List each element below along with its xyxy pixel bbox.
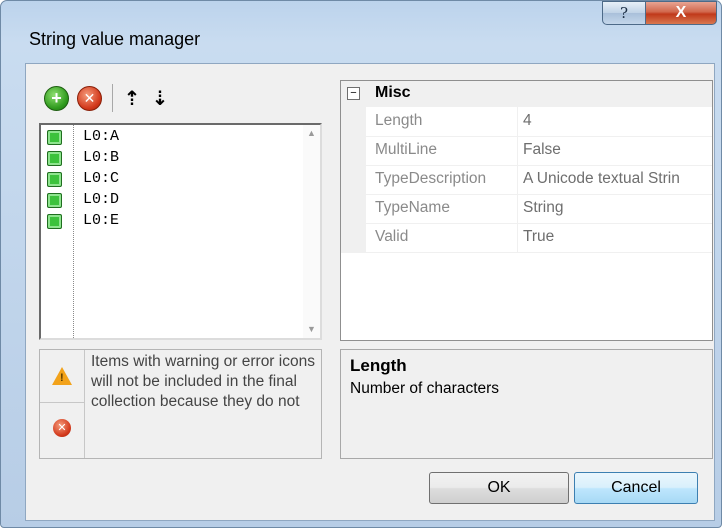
error-cell: ✕ xyxy=(40,403,84,455)
help-icon: ? xyxy=(619,4,629,22)
property-divider xyxy=(517,194,518,223)
property-grid[interactable]: − Misc Length 4 MultiLine False TypeDesc… xyxy=(340,80,713,341)
error-icon: ✕ xyxy=(53,419,71,437)
remove-item-button[interactable]: ✕ xyxy=(77,85,102,111)
property-gutter xyxy=(341,165,366,194)
list-scrollbar[interactable]: ▲ ▼ xyxy=(303,125,320,338)
status-ok-icon xyxy=(47,151,62,166)
property-value[interactable]: String xyxy=(523,199,564,217)
property-name: TypeDescription xyxy=(375,170,487,187)
category-name: Misc xyxy=(375,84,411,101)
property-value[interactable]: 4 xyxy=(523,112,532,130)
list-item-label: L0:C xyxy=(83,170,120,187)
validation-info-text: Items with warning or error icons will n… xyxy=(91,353,315,410)
list-item-label: L0:D xyxy=(83,191,120,208)
description-title: Length xyxy=(350,356,407,375)
help-button[interactable]: ? xyxy=(602,1,646,25)
property-row[interactable]: MultiLine False xyxy=(341,136,712,166)
status-ok-icon xyxy=(47,130,62,145)
scroll-up-icon[interactable]: ▲ xyxy=(303,125,320,142)
property-divider xyxy=(517,223,518,252)
info-icon-column: ! ✕ xyxy=(40,350,85,458)
property-gutter xyxy=(341,223,366,252)
property-description-panel: Length Number of characters xyxy=(340,349,713,459)
property-row[interactable]: TypeDescription A Unicode textual Strin xyxy=(341,165,712,195)
arrow-up-icon: ⇡ xyxy=(123,87,141,110)
list-item-label: L0:A xyxy=(83,128,120,145)
description-text: Number of characters xyxy=(350,380,500,397)
property-name: TypeName xyxy=(375,199,450,216)
validation-info-box: ! ✕ Items with warning or error icons wi… xyxy=(39,349,322,459)
property-divider xyxy=(517,136,518,165)
property-value[interactable]: True xyxy=(523,228,554,246)
property-gutter xyxy=(341,107,366,136)
remove-circle-icon: ✕ xyxy=(83,89,96,106)
window-title: String value manager xyxy=(29,29,201,49)
status-ok-icon xyxy=(47,193,62,208)
list-item-label: L0:B xyxy=(83,149,120,166)
property-row[interactable]: TypeName String xyxy=(341,194,712,224)
scroll-down-icon[interactable]: ▼ xyxy=(303,321,320,338)
items-listbox[interactable]: L0:A L0:B L0:C L0:D L0:E ▲ ▼ xyxy=(39,123,322,340)
property-name: Valid xyxy=(375,228,409,245)
list-item[interactable]: L0:C xyxy=(41,169,291,190)
property-gutter xyxy=(341,194,366,223)
status-ok-icon xyxy=(47,214,62,229)
collapse-icon[interactable]: − xyxy=(347,87,360,100)
property-value[interactable]: A Unicode textual Strin xyxy=(523,170,680,188)
list-item[interactable]: L0:D xyxy=(41,190,291,211)
warning-cell: ! xyxy=(40,350,84,403)
dialog-window: String value manager ? X + ✕ ⇡ ⇣ L0:A L0… xyxy=(0,0,722,528)
list-item[interactable]: L0:A xyxy=(41,127,291,148)
ok-button[interactable]: OK xyxy=(429,472,569,504)
status-ok-icon xyxy=(47,172,62,187)
category-row[interactable]: − Misc xyxy=(341,81,712,107)
property-value[interactable]: False xyxy=(523,141,561,159)
toolbar-separator xyxy=(112,84,113,112)
property-name: MultiLine xyxy=(375,141,438,158)
close-icon: X xyxy=(675,4,687,21)
toolbar: + ✕ ⇡ ⇣ xyxy=(44,81,177,115)
property-name: Length xyxy=(375,112,423,129)
close-button[interactable]: X xyxy=(645,1,717,25)
property-row[interactable]: Length 4 xyxy=(341,107,712,137)
property-gutter xyxy=(341,136,366,165)
property-row[interactable]: Valid True xyxy=(341,223,712,253)
dialog-client-area: + ✕ ⇡ ⇣ L0:A L0:B L0:C L0:D L0:E ▲ ▼ ! ✕… xyxy=(25,63,715,521)
list-item[interactable]: L0:E xyxy=(41,211,291,232)
add-circle-icon: + xyxy=(51,87,62,108)
list-item-label: L0:E xyxy=(83,212,120,229)
move-down-button[interactable]: ⇣ xyxy=(149,86,171,111)
arrow-down-icon: ⇣ xyxy=(151,87,169,110)
warning-mark: ! xyxy=(60,372,64,384)
property-divider xyxy=(517,107,518,136)
move-up-button[interactable]: ⇡ xyxy=(121,86,143,111)
add-item-button[interactable]: + xyxy=(44,85,69,111)
list-item[interactable]: L0:B xyxy=(41,148,291,169)
cancel-button[interactable]: Cancel xyxy=(574,472,698,504)
property-divider xyxy=(517,165,518,194)
